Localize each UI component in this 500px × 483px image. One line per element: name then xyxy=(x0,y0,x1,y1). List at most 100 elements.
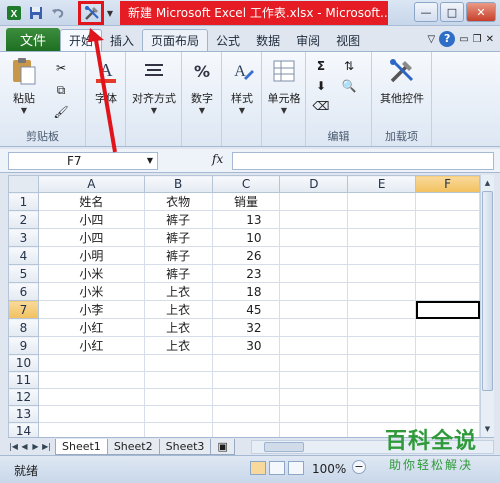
styles-button[interactable]: A 样式 ▼ xyxy=(222,56,262,115)
styles-dropdown-icon[interactable]: ▼ xyxy=(239,106,245,115)
tab-review[interactable]: 审阅 xyxy=(288,29,328,51)
cell[interactable] xyxy=(415,282,480,301)
cell[interactable] xyxy=(347,336,417,355)
column-header-e[interactable]: E xyxy=(347,175,417,193)
cell[interactable]: 裤子 xyxy=(143,210,213,229)
format-painter-icon[interactable]: 🖌 xyxy=(52,104,70,120)
cell[interactable] xyxy=(279,282,349,301)
minimize-button[interactable]: — xyxy=(414,2,438,22)
cell[interactable]: 13 xyxy=(211,210,281,229)
cell[interactable]: 10 xyxy=(211,228,281,247)
cell[interactable]: 小李 xyxy=(37,300,145,319)
vertical-scroll-thumb[interactable] xyxy=(482,191,493,391)
row-header[interactable]: 6 xyxy=(8,282,39,301)
find-select-icon[interactable]: 🔍 xyxy=(340,78,358,94)
tab-formulas[interactable]: 公式 xyxy=(208,29,248,51)
cell[interactable] xyxy=(415,388,480,406)
cell[interactable] xyxy=(211,388,281,406)
worksheet-grid[interactable]: A B C D E F 1 姓名 衣物 销量 2 小四 裤子 13 3 小四 裤子 10 4 小明 裤子 26… xyxy=(8,175,480,437)
column-header-c[interactable]: C xyxy=(211,175,281,193)
tab-data[interactable]: 数据 xyxy=(248,29,288,51)
workbook-restore-icon[interactable]: ❐ xyxy=(473,34,482,45)
cell[interactable] xyxy=(415,405,480,423)
cell[interactable] xyxy=(347,228,417,247)
cell[interactable] xyxy=(143,422,213,437)
autosum-icon[interactable]: Σ xyxy=(312,58,330,74)
cell[interactable]: 26 xyxy=(211,246,281,265)
cell[interactable]: 裤子 xyxy=(143,264,213,283)
cell[interactable] xyxy=(347,388,417,406)
cell[interactable] xyxy=(37,388,145,406)
prev-sheet-icon[interactable]: ◀ xyxy=(19,442,30,451)
insert-sheet-icon[interactable]: ▣ xyxy=(210,438,235,455)
font-button[interactable]: A 字体 xyxy=(86,56,126,106)
clear-icon[interactable]: ⌫ xyxy=(312,98,330,114)
cell[interactable] xyxy=(211,354,281,372)
row-header[interactable]: 14 xyxy=(8,422,39,437)
paste-button[interactable]: 粘贴 ▼ xyxy=(4,56,44,115)
row-header[interactable]: 2 xyxy=(8,210,39,229)
cell[interactable] xyxy=(415,354,480,372)
cell[interactable]: 小明 xyxy=(37,246,145,265)
last-sheet-icon[interactable]: ▶| xyxy=(41,442,52,451)
cell[interactable]: 32 xyxy=(211,318,281,337)
tab-page-layout[interactable]: 页面布局 xyxy=(142,29,209,51)
number-dropdown-icon[interactable]: ▼ xyxy=(199,106,205,115)
cell[interactable] xyxy=(347,192,417,211)
workbook-minimize-icon[interactable]: ▭ xyxy=(459,34,468,45)
row-header[interactable]: 10 xyxy=(8,354,39,372)
cell[interactable] xyxy=(279,264,349,283)
row-header[interactable]: 7 xyxy=(8,300,39,319)
cell[interactable]: 18 xyxy=(211,282,281,301)
cell[interactable]: 小红 xyxy=(37,336,145,355)
row-header[interactable]: 4 xyxy=(8,246,39,265)
alignment-dropdown-icon[interactable]: ▼ xyxy=(151,106,157,115)
cell[interactable]: 小红 xyxy=(37,318,145,337)
cell[interactable] xyxy=(37,422,145,437)
cell[interactable] xyxy=(415,228,480,247)
cell[interactable] xyxy=(347,282,417,301)
cell[interactable] xyxy=(347,354,417,372)
normal-view-icon[interactable] xyxy=(250,461,266,475)
cell[interactable]: 上衣 xyxy=(143,318,213,337)
sheet-tab-sheet1[interactable]: Sheet1 xyxy=(55,438,108,455)
cell[interactable] xyxy=(279,388,349,406)
cell[interactable]: 裤子 xyxy=(143,246,213,265)
vertical-scrollbar[interactable]: ▲ ▼ xyxy=(480,175,494,437)
cell[interactable] xyxy=(279,422,349,437)
zoom-level[interactable]: 100% xyxy=(312,462,346,476)
cell[interactable]: 小米 xyxy=(37,282,145,301)
column-header-f[interactable]: F xyxy=(415,175,480,193)
cell[interactable] xyxy=(347,264,417,283)
cell[interactable] xyxy=(37,405,145,423)
select-all-corner[interactable] xyxy=(8,175,39,193)
cell[interactable] xyxy=(347,300,417,319)
cell[interactable] xyxy=(279,228,349,247)
row-header[interactable]: 9 xyxy=(8,336,39,355)
next-sheet-icon[interactable]: ▶ xyxy=(30,442,41,451)
cell[interactable] xyxy=(37,371,145,389)
save-icon[interactable] xyxy=(26,3,46,23)
cell[interactable] xyxy=(415,210,480,229)
cell[interactable]: 销量 xyxy=(211,192,281,211)
first-sheet-icon[interactable]: |◀ xyxy=(8,442,19,451)
row-header[interactable]: 5 xyxy=(8,264,39,283)
row-header[interactable]: 13 xyxy=(8,405,39,423)
fill-icon[interactable]: ⬇ xyxy=(312,78,330,94)
cell[interactable] xyxy=(347,246,417,265)
undo-icon[interactable] xyxy=(48,3,68,23)
tab-file[interactable]: 文件 xyxy=(6,28,60,51)
cell[interactable] xyxy=(143,388,213,406)
column-header-d[interactable]: D xyxy=(279,175,349,193)
cell[interactable] xyxy=(279,318,349,337)
cell[interactable] xyxy=(143,371,213,389)
cell[interactable] xyxy=(415,371,480,389)
cell[interactable] xyxy=(279,371,349,389)
zoom-out-icon[interactable]: − xyxy=(352,460,366,474)
cells-dropdown-icon[interactable]: ▼ xyxy=(281,106,287,115)
cell[interactable]: 小四 xyxy=(37,210,145,229)
row-header[interactable]: 1 xyxy=(8,192,39,211)
cell[interactable] xyxy=(279,300,349,319)
cell[interactable]: 23 xyxy=(211,264,281,283)
cell[interactable] xyxy=(279,246,349,265)
